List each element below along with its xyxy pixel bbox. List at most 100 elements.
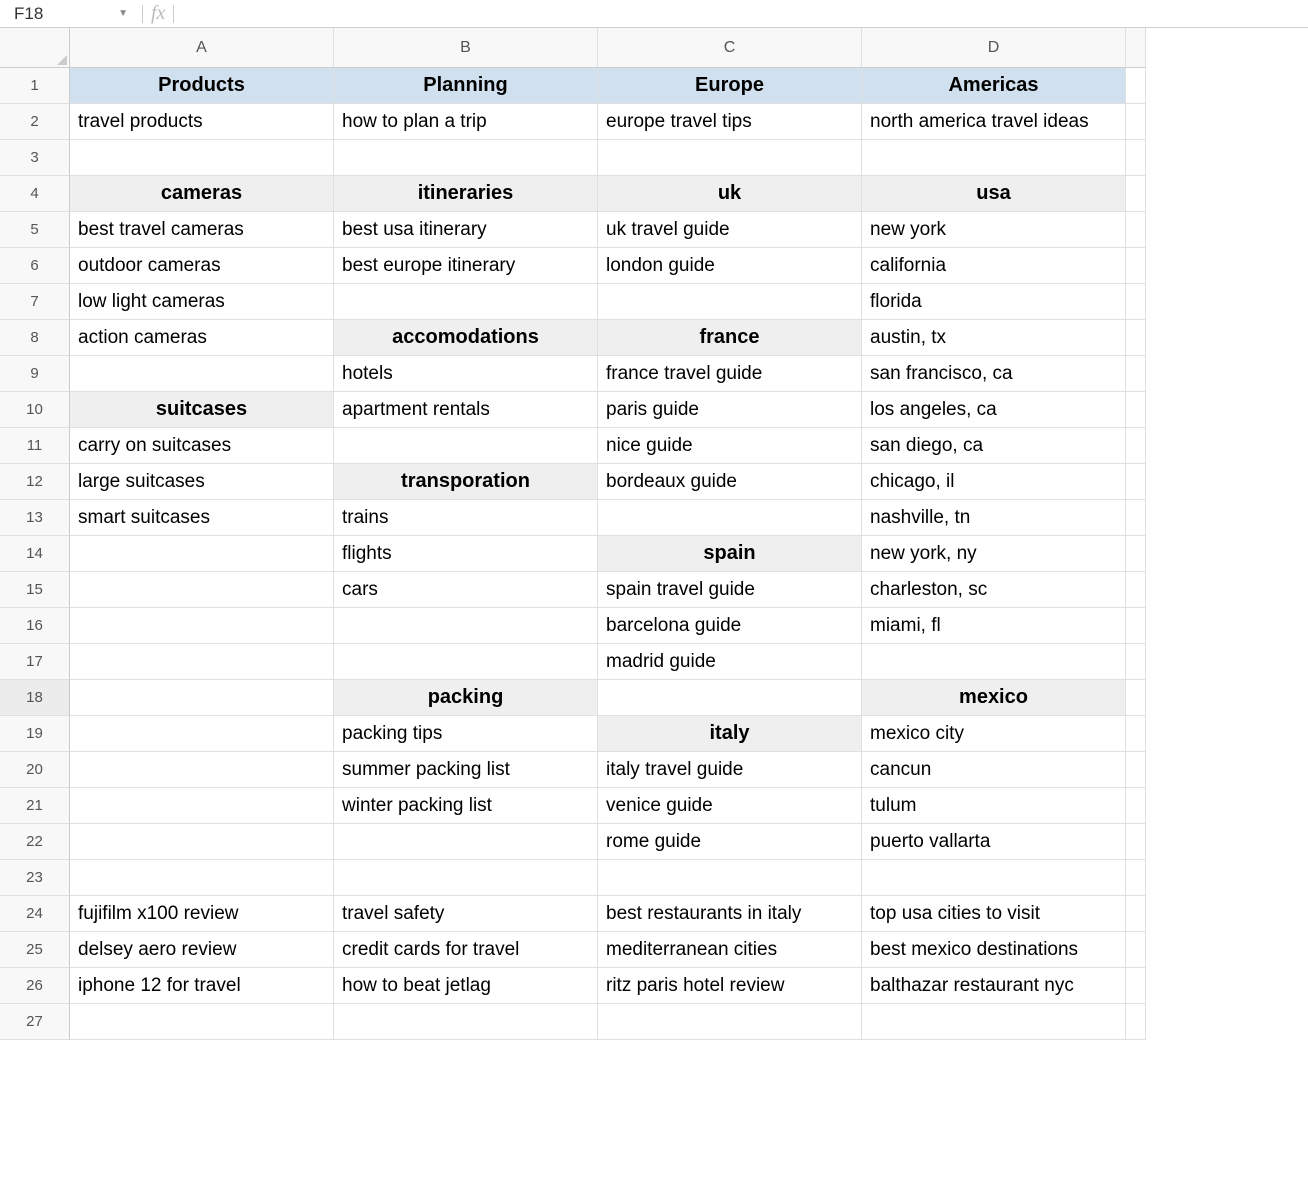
- cell-next-23[interactable]: [1126, 860, 1146, 896]
- cell-next-6[interactable]: [1126, 248, 1146, 284]
- cell-next-22[interactable]: [1126, 824, 1146, 860]
- cell-b16[interactable]: [334, 608, 598, 644]
- row-header-2[interactable]: 2: [0, 104, 70, 140]
- cell-next-26[interactable]: [1126, 968, 1146, 1004]
- cell-b1[interactable]: Planning: [334, 68, 598, 104]
- cell-b18[interactable]: packing: [334, 680, 598, 716]
- cell-b2[interactable]: how to plan a trip: [334, 104, 598, 140]
- cell-next-16[interactable]: [1126, 608, 1146, 644]
- cell-d17[interactable]: [862, 644, 1126, 680]
- cell-next-24[interactable]: [1126, 896, 1146, 932]
- cell-a8[interactable]: action cameras: [70, 320, 334, 356]
- row-header-10[interactable]: 10: [0, 392, 70, 428]
- cell-a18[interactable]: [70, 680, 334, 716]
- cell-c20[interactable]: italy travel guide: [598, 752, 862, 788]
- cell-d9[interactable]: san francisco, ca: [862, 356, 1126, 392]
- row-header-8[interactable]: 8: [0, 320, 70, 356]
- cell-a9[interactable]: [70, 356, 334, 392]
- cell-next-21[interactable]: [1126, 788, 1146, 824]
- cell-a26[interactable]: iphone 12 for travel: [70, 968, 334, 1004]
- cell-d16[interactable]: miami, fl: [862, 608, 1126, 644]
- row-header-12[interactable]: 12: [0, 464, 70, 500]
- cell-b8[interactable]: accomodations: [334, 320, 598, 356]
- cell-d23[interactable]: [862, 860, 1126, 896]
- cell-c8[interactable]: france: [598, 320, 862, 356]
- cell-d12[interactable]: chicago, il: [862, 464, 1126, 500]
- row-header-26[interactable]: 26: [0, 968, 70, 1004]
- cell-c5[interactable]: uk travel guide: [598, 212, 862, 248]
- cell-a14[interactable]: [70, 536, 334, 572]
- column-header-c[interactable]: C: [598, 28, 862, 68]
- cell-a3[interactable]: [70, 140, 334, 176]
- cell-b23[interactable]: [334, 860, 598, 896]
- row-header-9[interactable]: 9: [0, 356, 70, 392]
- cell-c26[interactable]: ritz paris hotel review: [598, 968, 862, 1004]
- cell-d5[interactable]: new york: [862, 212, 1126, 248]
- cell-a16[interactable]: [70, 608, 334, 644]
- cell-b11[interactable]: [334, 428, 598, 464]
- cell-next-8[interactable]: [1126, 320, 1146, 356]
- column-header-b[interactable]: B: [334, 28, 598, 68]
- cell-b10[interactable]: apartment rentals: [334, 392, 598, 428]
- cell-next-27[interactable]: [1126, 1004, 1146, 1040]
- cell-c13[interactable]: [598, 500, 862, 536]
- cell-next-17[interactable]: [1126, 644, 1146, 680]
- cell-b21[interactable]: winter packing list: [334, 788, 598, 824]
- cell-a23[interactable]: [70, 860, 334, 896]
- cell-c19[interactable]: italy: [598, 716, 862, 752]
- cell-b9[interactable]: hotels: [334, 356, 598, 392]
- cell-b15[interactable]: cars: [334, 572, 598, 608]
- cell-c21[interactable]: venice guide: [598, 788, 862, 824]
- name-box[interactable]: F18 ▼: [4, 0, 134, 27]
- cell-next-11[interactable]: [1126, 428, 1146, 464]
- cell-c25[interactable]: mediterranean cities: [598, 932, 862, 968]
- cell-d25[interactable]: best mexico destinations: [862, 932, 1126, 968]
- cell-c11[interactable]: nice guide: [598, 428, 862, 464]
- cell-c3[interactable]: [598, 140, 862, 176]
- cell-next-9[interactable]: [1126, 356, 1146, 392]
- cell-c27[interactable]: [598, 1004, 862, 1040]
- cell-d8[interactable]: austin, tx: [862, 320, 1126, 356]
- cell-b24[interactable]: travel safety: [334, 896, 598, 932]
- row-header-23[interactable]: 23: [0, 860, 70, 896]
- cell-b7[interactable]: [334, 284, 598, 320]
- cell-d21[interactable]: tulum: [862, 788, 1126, 824]
- cell-a25[interactable]: delsey aero review: [70, 932, 334, 968]
- cell-b13[interactable]: trains: [334, 500, 598, 536]
- cell-b17[interactable]: [334, 644, 598, 680]
- cell-a24[interactable]: fujifilm x100 review: [70, 896, 334, 932]
- cell-c22[interactable]: rome guide: [598, 824, 862, 860]
- cell-b5[interactable]: best usa itinerary: [334, 212, 598, 248]
- cell-c23[interactable]: [598, 860, 862, 896]
- row-header-22[interactable]: 22: [0, 824, 70, 860]
- cell-next-5[interactable]: [1126, 212, 1146, 248]
- cell-next-7[interactable]: [1126, 284, 1146, 320]
- cell-a11[interactable]: carry on suitcases: [70, 428, 334, 464]
- cell-c9[interactable]: france travel guide: [598, 356, 862, 392]
- cell-a19[interactable]: [70, 716, 334, 752]
- cell-a7[interactable]: low light cameras: [70, 284, 334, 320]
- row-header-15[interactable]: 15: [0, 572, 70, 608]
- row-header-13[interactable]: 13: [0, 500, 70, 536]
- cell-next-25[interactable]: [1126, 932, 1146, 968]
- cell-c16[interactable]: barcelona guide: [598, 608, 862, 644]
- cell-next-14[interactable]: [1126, 536, 1146, 572]
- cell-b22[interactable]: [334, 824, 598, 860]
- cell-a5[interactable]: best travel cameras: [70, 212, 334, 248]
- formula-input[interactable]: [174, 0, 1308, 27]
- cell-b19[interactable]: packing tips: [334, 716, 598, 752]
- cell-a12[interactable]: large suitcases: [70, 464, 334, 500]
- cell-b6[interactable]: best europe itinerary: [334, 248, 598, 284]
- cell-d19[interactable]: mexico city: [862, 716, 1126, 752]
- cell-d18[interactable]: mexico: [862, 680, 1126, 716]
- cell-b25[interactable]: credit cards for travel: [334, 932, 598, 968]
- cell-d26[interactable]: balthazar restaurant nyc: [862, 968, 1126, 1004]
- row-header-25[interactable]: 25: [0, 932, 70, 968]
- cell-c24[interactable]: best restaurants in italy: [598, 896, 862, 932]
- cell-b20[interactable]: summer packing list: [334, 752, 598, 788]
- cell-d13[interactable]: nashville, tn: [862, 500, 1126, 536]
- cell-d24[interactable]: top usa cities to visit: [862, 896, 1126, 932]
- cell-a27[interactable]: [70, 1004, 334, 1040]
- cell-d11[interactable]: san diego, ca: [862, 428, 1126, 464]
- cell-d14[interactable]: new york, ny: [862, 536, 1126, 572]
